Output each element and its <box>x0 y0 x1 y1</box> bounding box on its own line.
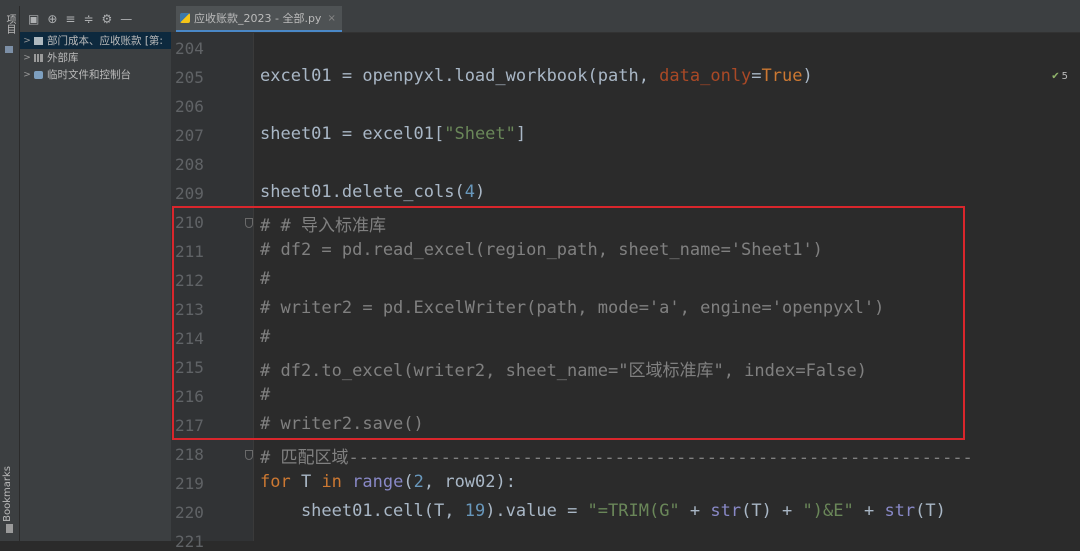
close-icon[interactable]: × <box>327 13 335 24</box>
inspection-count: 5 <box>1061 71 1068 82</box>
chevron-right-icon[interactable]: > <box>20 53 34 63</box>
project-panel: ▣ ⊕ ≡ ≑ ⚙ — > 部门成本、应收账款 [第: > 外部库 > 临时文件… <box>20 6 171 541</box>
line-number: 206 <box>175 97 204 116</box>
collapse-all-icon[interactable]: ≑ <box>83 12 93 26</box>
tree-item-label: 临时文件和控制台 <box>47 69 131 81</box>
scratch-icon <box>34 70 43 79</box>
comment-line: # 匹配区域----------------------------------… <box>260 448 973 468</box>
highlight-annotation-box <box>172 206 965 440</box>
tree-item-external-libraries[interactable]: > 外部库 <box>20 49 171 66</box>
line-number: 207 <box>175 126 204 145</box>
code-line: excel01 = openpyxl.load_workbook(path, d… <box>260 66 813 86</box>
library-icon <box>34 53 43 62</box>
code-line: sheet01 = excel01["Sheet"] <box>260 124 527 144</box>
expand-all-icon[interactable]: ≡ <box>65 12 75 26</box>
tree-item-label: 部门成本、应收账款 [第: <box>47 35 163 47</box>
gear-icon[interactable]: ⚙ <box>102 12 113 26</box>
code-line: sheet01.delete_cols(4) <box>260 182 486 202</box>
inspection-indicator[interactable]: ✔ 5 <box>1051 71 1068 82</box>
python-file-icon <box>180 13 190 23</box>
line-number: 208 <box>175 155 204 174</box>
hide-icon[interactable]: — <box>120 12 132 26</box>
line-number: 209 <box>175 184 204 203</box>
chevron-right-icon[interactable]: > <box>20 36 34 46</box>
check-icon: ✔ <box>1051 71 1060 82</box>
project-tool-button[interactable]: 项目 <box>2 14 17 34</box>
tree-item-scratches[interactable]: > 临时文件和控制台 <box>20 66 171 83</box>
bookmarks-tool-button[interactable]: Bookmarks <box>2 466 13 522</box>
folder-icon <box>5 46 13 53</box>
line-number: 218 <box>175 445 204 464</box>
folder-icon <box>34 36 43 45</box>
locate-icon[interactable]: ⊕ <box>47 12 57 26</box>
tree-item-project-root[interactable]: > 部门成本、应收账款 [第: <box>20 32 171 49</box>
project-tree: > 部门成本、应收账款 [第: > 外部库 > 临时文件和控制台 <box>20 32 171 83</box>
editor-tab[interactable]: 应收账款_2023 - 全部.py × <box>176 6 342 32</box>
chevron-right-icon[interactable]: > <box>20 70 34 80</box>
line-number: 204 <box>175 39 204 58</box>
project-toolbar: ▣ ⊕ ≡ ≑ ⚙ — <box>20 6 171 32</box>
line-number: 205 <box>175 68 204 87</box>
code-line: sheet01.cell(T, 19).value = "=TRIM(G" + … <box>260 501 946 521</box>
line-number: 219 <box>175 474 204 493</box>
line-number: 221 <box>175 532 204 551</box>
line-number: 220 <box>175 503 204 522</box>
code-line: for T in range(2, row02): <box>260 472 516 492</box>
tree-item-label: 外部库 <box>47 52 79 64</box>
editor-tab-bar: 应收账款_2023 - 全部.py × <box>171 6 1080 33</box>
bookmark-icon <box>6 524 13 533</box>
view-select-icon[interactable]: ▣ <box>28 12 39 26</box>
tab-label: 应收账款_2023 - 全部.py <box>194 12 322 25</box>
fold-icon[interactable] <box>245 450 253 460</box>
left-tool-strip: 项目 Bookmarks <box>0 6 20 541</box>
